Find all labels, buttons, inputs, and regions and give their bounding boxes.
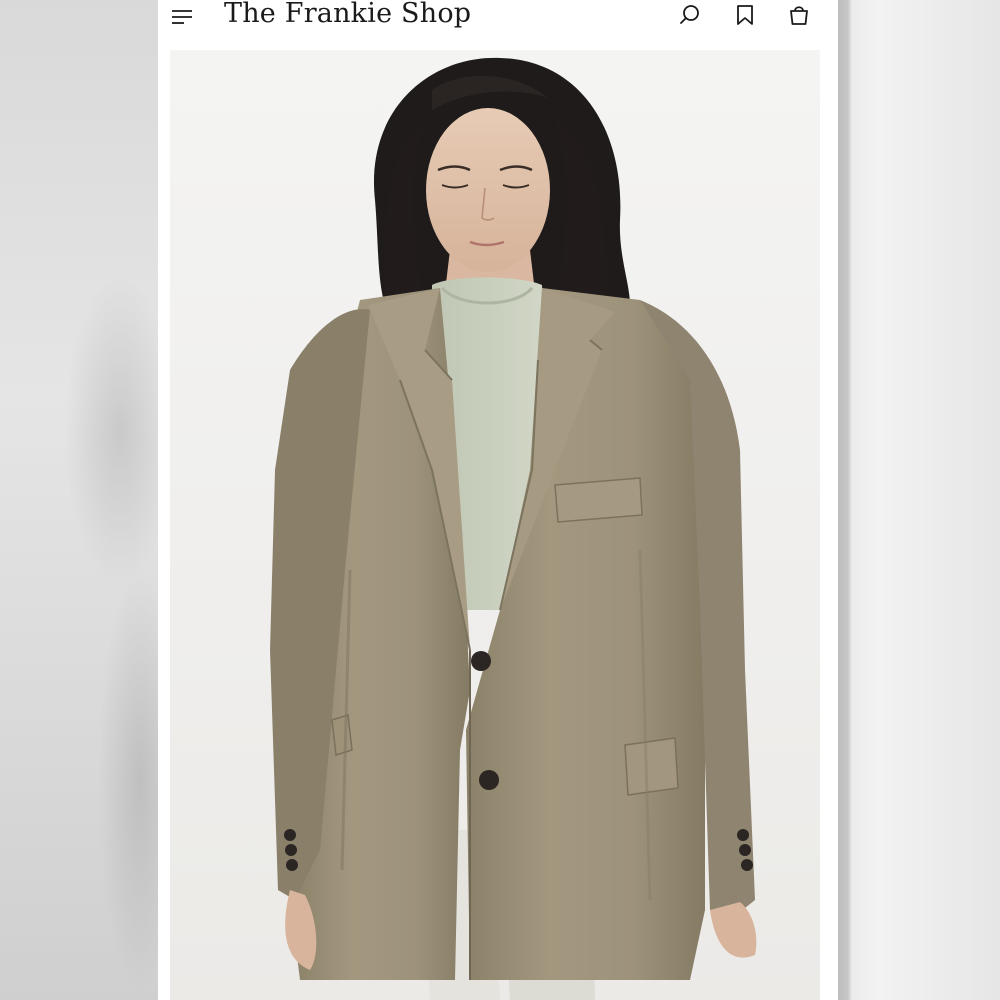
search-icon bbox=[678, 3, 702, 31]
screen: The Frankie Shop bbox=[0, 0, 1000, 1000]
shopping-bag-button[interactable] bbox=[785, 4, 813, 30]
product-photo-illustration bbox=[270, 57, 757, 1000]
bookmark-icon bbox=[734, 3, 756, 31]
product-image[interactable] bbox=[170, 50, 820, 1000]
wishlist-button[interactable] bbox=[731, 4, 759, 30]
blurred-background-right bbox=[838, 0, 1000, 1000]
brand-logo[interactable]: The Frankie Shop bbox=[224, 0, 471, 29]
app-window: The Frankie Shop bbox=[158, 0, 838, 1000]
shopping-bag-icon bbox=[787, 3, 811, 31]
blurred-background-left bbox=[0, 0, 158, 1000]
hamburger-menu-icon[interactable] bbox=[168, 6, 196, 28]
header-bar: The Frankie Shop bbox=[158, 0, 838, 44]
search-button[interactable] bbox=[676, 4, 704, 30]
